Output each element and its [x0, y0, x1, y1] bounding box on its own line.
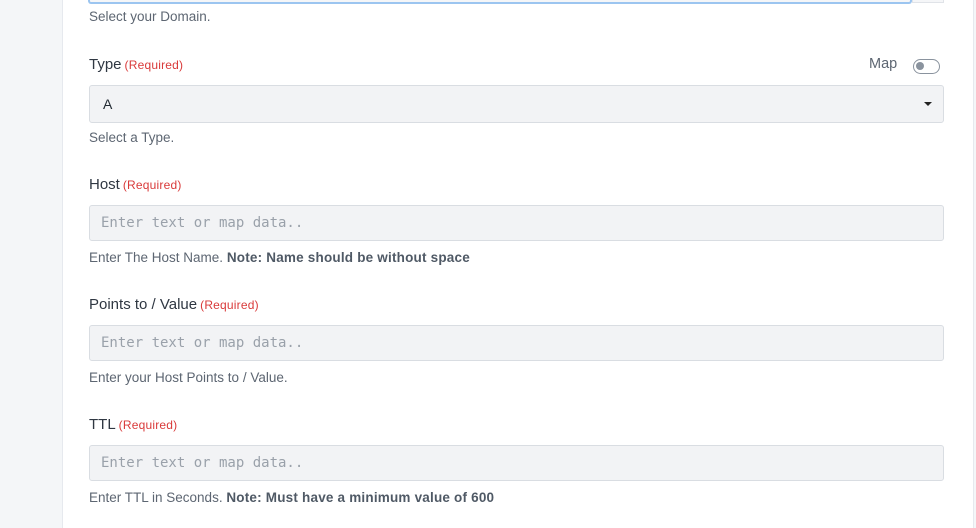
points-label-text: Points to / Value [89, 296, 198, 313]
map-toggle[interactable] [913, 59, 940, 74]
type-select[interactable]: A [89, 85, 944, 123]
domain-help-text: Select your Domain. [89, 9, 211, 24]
host-input[interactable]: Enter text or map data.. [89, 205, 944, 241]
host-label-text: Host [89, 176, 120, 193]
host-note: Note: Name should be without space [226, 250, 470, 265]
ttl-help: Enter TTL in Seconds. [89, 490, 223, 505]
host-required-tag: (Required) [122, 178, 182, 192]
domain-map-area [912, 0, 944, 3]
ttl-required-tag: (Required) [118, 418, 178, 432]
type-select-value: A [103, 96, 113, 112]
host-label: Host (Required) [89, 176, 182, 193]
ttl-label: TTL (Required) [89, 416, 177, 433]
domain-select[interactable] [88, 0, 912, 4]
caret-down-icon [924, 102, 932, 106]
ttl-note: Note: Must have a minimum value of 600 [226, 490, 495, 505]
host-help: Enter The Host Name. [89, 250, 224, 265]
type-help-text: Select a Type. [89, 130, 175, 145]
ttl-input[interactable]: Enter text or map data.. [89, 445, 944, 481]
type-label-text: Type [89, 56, 122, 73]
points-help-text: Enter your Host Points to / Value. [89, 370, 288, 385]
map-toggle-knob [916, 62, 924, 70]
ttl-label-text: TTL [89, 416, 116, 433]
host-help-text: Enter The Host Name. Note: Name should b… [89, 250, 470, 265]
ttl-help-text: Enter TTL in Seconds. Note: Must have a … [89, 490, 494, 505]
type-required-tag: (Required) [124, 58, 184, 72]
points-required-tag: (Required) [200, 298, 259, 312]
type-label: Type (Required) [89, 56, 183, 73]
points-input[interactable]: Enter text or map data.. [89, 325, 944, 361]
map-label: Map [869, 56, 898, 72]
points-label: Points to / Value (Required) [89, 296, 259, 313]
